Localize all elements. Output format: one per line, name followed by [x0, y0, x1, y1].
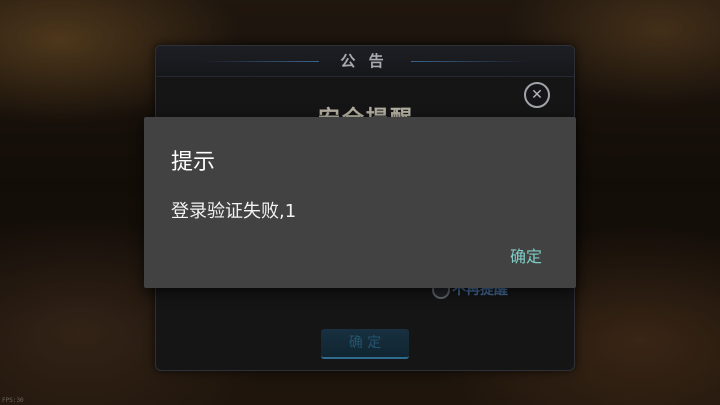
dialog-ok-button[interactable]: 确定 [498, 243, 554, 271]
dialog-title: 提示 [171, 150, 216, 175]
alert-dialog: 提示 登录验证失败,1 确定 [144, 117, 576, 288]
dialog-message: 登录验证失败,1 [171, 201, 297, 222]
